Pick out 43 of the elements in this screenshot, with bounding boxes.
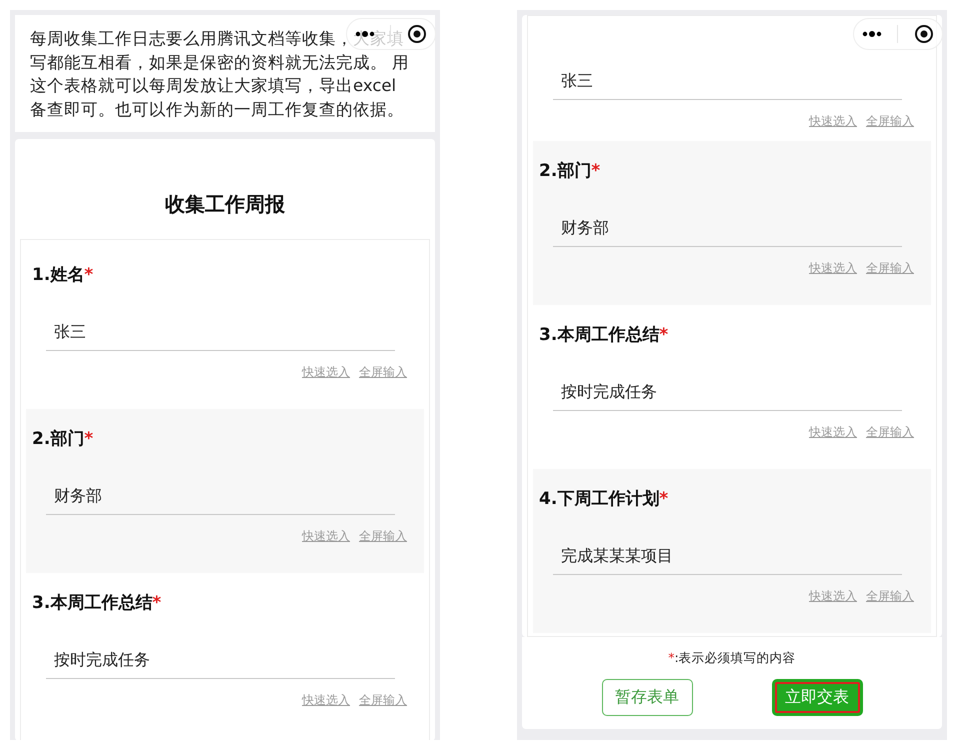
save-draft-button[interactable]: 暂存表单 (602, 679, 692, 716)
fullscreen-input-link[interactable]: 全屏输入 (866, 588, 914, 604)
required-mark: * (84, 265, 94, 285)
input-field[interactable]: 财务部 (553, 210, 902, 247)
quick-select-link[interactable]: 快速选入 (302, 528, 350, 544)
input-field[interactable]: 财务部 (46, 478, 395, 515)
quick-select-link[interactable]: 快速选入 (809, 260, 857, 276)
menu-capsule[interactable] (346, 18, 436, 50)
fullscreen-input-link[interactable]: 全屏输入 (359, 528, 407, 544)
submit-button[interactable]: 立即交表 (772, 679, 862, 716)
question-label: 3.本周工作总结 (32, 593, 152, 613)
required-mark: * (152, 593, 162, 613)
quick-select-link[interactable]: 快速选入 (302, 692, 350, 708)
required-mark: * (659, 489, 668, 509)
question-label: 1.姓名 (32, 265, 84, 285)
question-label: 3.本周工作总结 (539, 325, 660, 345)
fullscreen-input-link[interactable]: 全屏输入 (359, 692, 407, 708)
input-field[interactable]: 张三 (46, 314, 395, 351)
required-mark: * (591, 161, 600, 181)
quick-select-link[interactable]: 快速选入 (809, 588, 857, 604)
input-field[interactable]: 按时完成任务 (553, 374, 902, 411)
target-icon[interactable] (914, 24, 934, 44)
required-mark: * (668, 650, 675, 665)
required-mark: * (659, 325, 668, 345)
menu-capsule[interactable] (853, 18, 943, 50)
quick-select-link[interactable]: 快速选入 (809, 113, 857, 129)
form-title: 收集工作周报 (164, 191, 286, 218)
input-field[interactable]: 按时完成任务 (46, 642, 395, 679)
quick-select-link[interactable]: 快速选入 (809, 424, 857, 440)
question-label: 2.部门 (32, 429, 84, 449)
quick-select-link[interactable]: 快速选入 (302, 364, 350, 380)
more-icon[interactable] (862, 30, 882, 38)
fullscreen-input-link[interactable]: 全屏输入 (359, 364, 407, 380)
fullscreen-input-link[interactable]: 全屏输入 (866, 424, 914, 440)
question-label: 4.下周工作计划 (539, 489, 660, 509)
fullscreen-input-link[interactable]: 全屏输入 (866, 113, 914, 129)
note-text: :表示必须填写的内容 (674, 650, 796, 665)
fullscreen-input-link[interactable]: 全屏输入 (866, 260, 914, 276)
input-field[interactable]: 张三 (553, 63, 902, 100)
input-field[interactable]: 完成某某某项目 (553, 538, 902, 575)
required-mark: * (84, 429, 94, 449)
target-icon[interactable] (407, 24, 428, 44)
question-label: 2.部门 (539, 161, 592, 181)
